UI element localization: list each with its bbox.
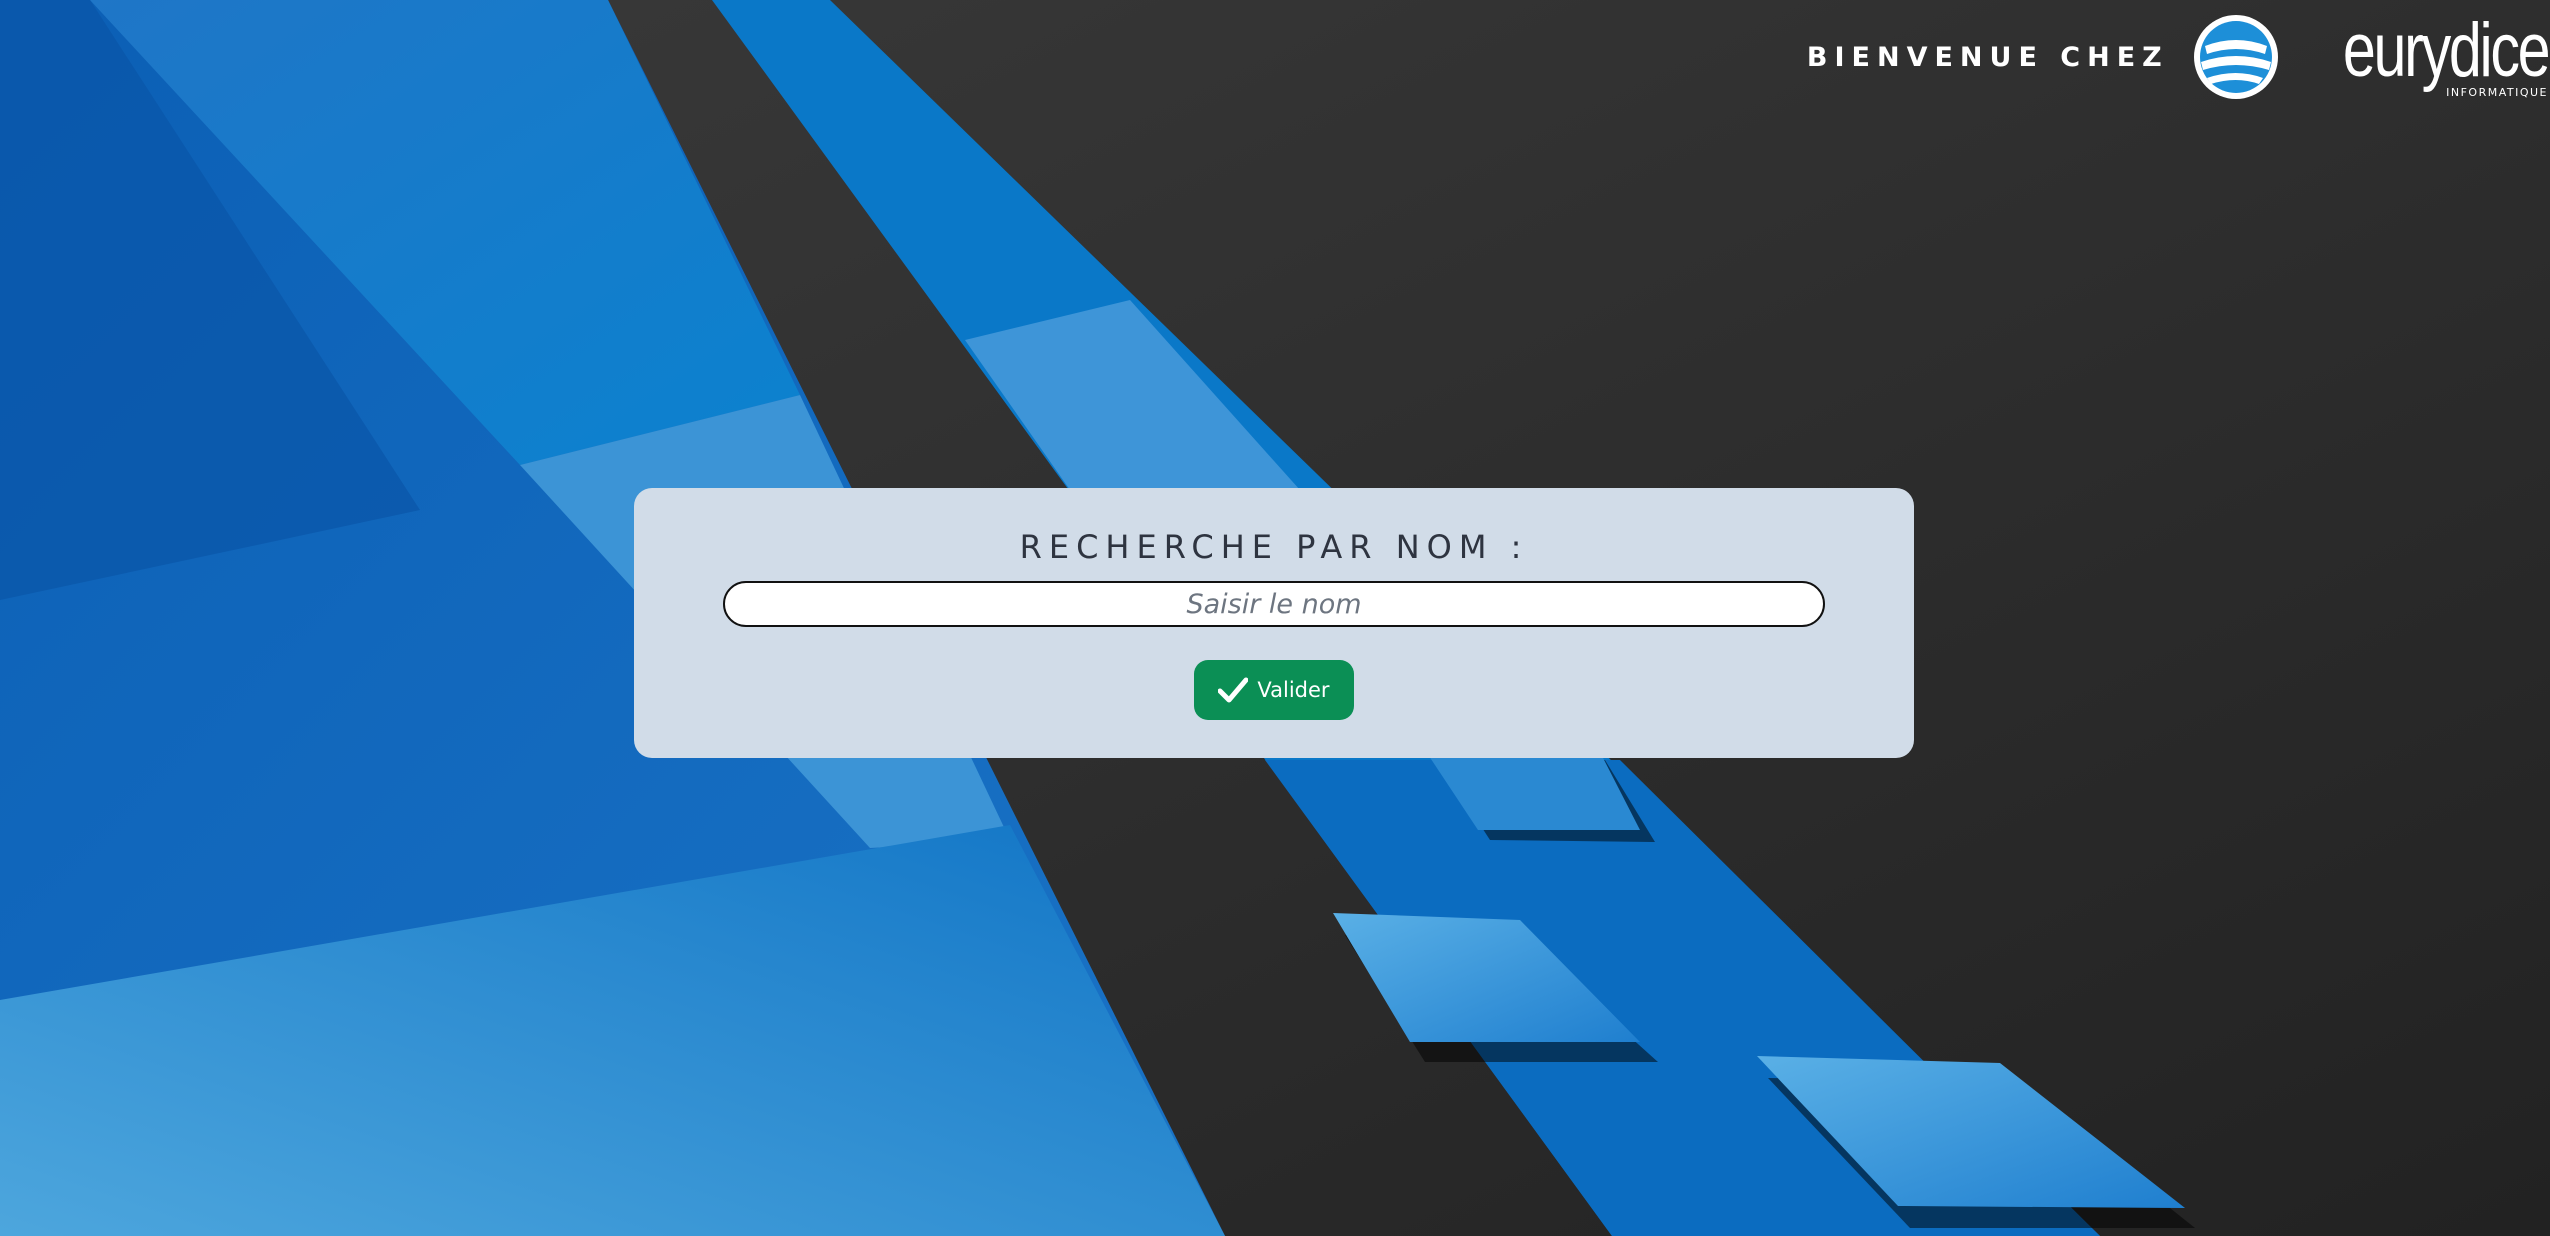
name-search-input[interactable] — [723, 581, 1825, 627]
header: BIENVENUE CHEZ eurydice INFORMATIQUE — [1807, 8, 2550, 106]
check-icon — [1218, 677, 1249, 703]
validate-button-label: Valider — [1257, 678, 1330, 702]
validate-button[interactable]: Valider — [1194, 660, 1354, 720]
logo-globe-icon — [2193, 15, 2278, 99]
eurydice-logo[interactable]: eurydice INFORMATIQUE — [2191, 8, 2550, 106]
logo-wordmark: eurydice — [2342, 7, 2550, 93]
search-title: RECHERCHE PAR NOM : — [1019, 528, 1529, 566]
welcome-text: BIENVENUE CHEZ — [1806, 41, 2169, 73]
search-card: RECHERCHE PAR NOM : Valider — [634, 488, 1914, 758]
